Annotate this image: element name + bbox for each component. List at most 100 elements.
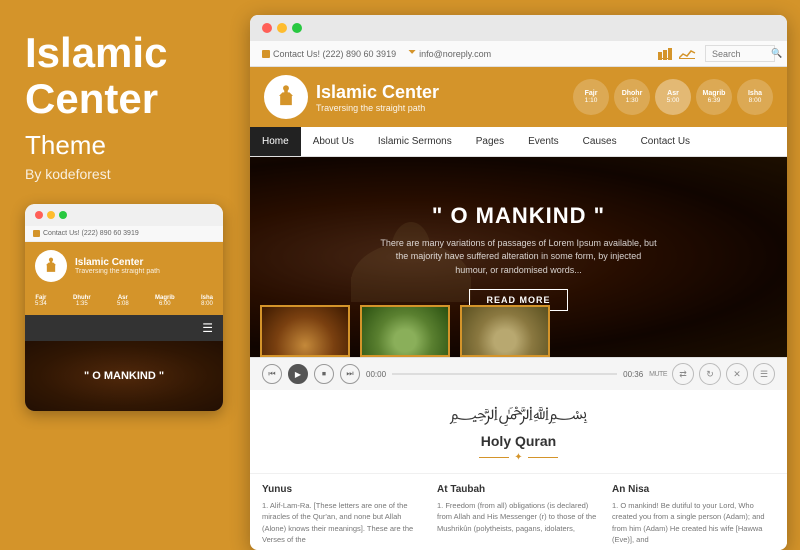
mobile-logo <box>35 250 67 282</box>
hero-thumb-3[interactable] <box>460 305 550 357</box>
quran-title: Holy Quran <box>260 433 777 449</box>
mobile-contact-bar: Contact Us! (222) 890 60 3919 <box>25 226 223 242</box>
mosque-icon <box>272 83 300 111</box>
player-mute-label[interactable]: MUTE <box>649 371 667 378</box>
player-shuffle-button[interactable]: ⇄ <box>672 363 694 385</box>
search-input[interactable] <box>712 49 767 59</box>
quran-line-right <box>528 457 558 458</box>
browser-chrome <box>250 15 787 41</box>
mobile-site-title: Islamic Center <box>75 257 160 268</box>
browser-window: Contact Us! (222) 890 60 3919 info@norep… <box>250 15 787 550</box>
prayer-times: Fajr 1:10 Dhohr 1:30 Asr 5:00 Magrib 6:3… <box>573 79 773 115</box>
browser-minimize-dot[interactable] <box>277 23 287 33</box>
prayer-isha: Isha 8:00 <box>737 79 773 115</box>
browser-close-dot[interactable] <box>262 23 272 33</box>
mobile-top-bar <box>25 204 223 226</box>
col-title-nisa: An Nisa <box>612 484 775 495</box>
player-next-button[interactable]: ⏭ <box>340 364 360 384</box>
site-logo-area: Islamic Center Traversing the straight p… <box>264 75 439 119</box>
mobile-dot-red <box>35 211 43 219</box>
player-menu-button[interactable]: ☰ <box>753 363 775 385</box>
hero-description: There are many variations of passages of… <box>379 237 659 278</box>
utility-left: Contact Us! (222) 890 60 3919 info@norep… <box>262 49 491 59</box>
quran-section: ﷽ Holy Quran ✦ <box>250 390 787 474</box>
content-columns: Yunus 1. Alif-Lam-Ra. [These letters are… <box>250 474 787 550</box>
mobile-prayer-row: Fajr 5:34 Dhuhr 1:35 Asr 5:08 Magrib 6:0… <box>25 290 223 315</box>
player-time-end: 00:36 <box>623 370 643 379</box>
player-repeat-button[interactable]: ↻ <box>699 363 721 385</box>
quran-arabic-text: ﷽ <box>260 400 777 431</box>
site-title: Islamic Center <box>316 82 439 103</box>
nav-contact[interactable]: Contact Us <box>629 127 702 156</box>
search-box[interactable]: 🔍 <box>705 45 775 62</box>
prayer-magrib: Magrib 6:39 <box>696 79 732 115</box>
mobile-prayer-dhuhr: Dhuhr 1:35 <box>73 295 91 307</box>
nav-about[interactable]: About Us <box>301 127 366 156</box>
mobile-prayer-magrib: Magrib 6:00 <box>155 295 175 307</box>
content-col-yunus: Yunus 1. Alif-Lam-Ra. [These letters are… <box>262 484 425 545</box>
mobile-dot-green <box>59 211 67 219</box>
site-logo <box>264 75 308 119</box>
left-title: IslamicCenter <box>25 30 223 122</box>
mobile-menu-bar: ☰ <box>25 315 223 341</box>
prayer-asr: Asr 5:00 <box>655 79 691 115</box>
mobile-prayer-isha: Isha 8:00 <box>201 295 213 307</box>
player-time-start: 00:00 <box>366 370 386 379</box>
player-prev-button[interactable]: ⏮ <box>262 364 282 384</box>
player-controls-right: MUTE ⇄ ↻ ✕ ☰ <box>649 363 775 385</box>
mobile-prayer-asr: Asr 5:08 <box>117 295 129 307</box>
hero-quote: " O MANKIND " <box>432 203 605 229</box>
search-icon[interactable]: 🔍 <box>771 48 782 59</box>
prayer-dhohr: Dhohr 1:30 <box>614 79 650 115</box>
mobile-prayer-fajr: Fajr 5:34 <box>35 295 47 307</box>
hero-thumbnails <box>250 297 787 357</box>
utility-email: info@noreply.com <box>408 49 491 59</box>
mobile-hero-quote: " O MANKIND " <box>84 370 164 382</box>
utility-bar: Contact Us! (222) 890 60 3919 info@norep… <box>250 41 787 67</box>
mobile-header: Islamic Center Traversing the straight p… <box>25 242 223 290</box>
mobile-hero: " O MANKIND " <box>25 341 223 411</box>
player-stop-button[interactable]: ⏹ <box>314 364 334 384</box>
player-progress-bar[interactable] <box>392 373 617 375</box>
utility-contact: Contact Us! (222) 890 60 3919 <box>262 49 396 59</box>
hero-thumb-2[interactable] <box>360 305 450 357</box>
left-panel: IslamicCenter Theme By kodeforest Contac… <box>0 0 248 550</box>
prayer-fajr: Fajr 1:10 <box>573 79 609 115</box>
col-text-yunus: 1. Alif-Lam-Ra. [These letters are one o… <box>262 500 425 545</box>
nav-sermons[interactable]: Islamic Sermons <box>366 127 464 156</box>
mobile-mosque-icon <box>41 256 61 276</box>
mobile-hamburger-icon[interactable]: ☰ <box>202 321 213 335</box>
hero-section: " O MANKIND " There are many variations … <box>250 157 787 357</box>
bar-chart-icon <box>658 48 676 60</box>
nav-pages[interactable]: Pages <box>464 127 516 156</box>
mobile-contact-icon <box>33 230 40 237</box>
site-header: Islamic Center Traversing the straight p… <box>250 67 787 127</box>
col-text-taubah: 1. Freedom (from all) obligations (is de… <box>437 500 600 534</box>
nav-home[interactable]: Home <box>250 127 301 156</box>
quran-star-icon: ✦ <box>514 452 522 463</box>
site-nav: Home About Us Islamic Sermons Pages Even… <box>250 127 787 157</box>
browser-maximize-dot[interactable] <box>292 23 302 33</box>
site-tagline: Traversing the straight path <box>316 103 439 113</box>
quran-line-left <box>479 457 509 458</box>
mobile-contact-text: Contact Us! (222) 890 60 3919 <box>43 230 139 237</box>
content-col-taubah: At Taubah 1. Freedom (from all) obligati… <box>437 484 600 545</box>
hero-thumb-1[interactable] <box>260 305 350 357</box>
nav-causes[interactable]: Causes <box>571 127 629 156</box>
mobile-site-tagline: Traversing the straight path <box>75 268 160 275</box>
col-text-nisa: 1. O mankind! Be dutiful to your Lord, W… <box>612 500 775 545</box>
nav-events[interactable]: Events <box>516 127 571 156</box>
mobile-preview: Contact Us! (222) 890 60 3919 Islamic Ce… <box>25 204 223 411</box>
mobile-header-text: Islamic Center Traversing the straight p… <box>75 257 160 275</box>
audio-player: ⏮ ▶ ⏹ ⏭ 00:00 00:36 MUTE ⇄ ↻ ✕ ☰ <box>250 357 787 390</box>
player-close-button[interactable]: ✕ <box>726 363 748 385</box>
utility-email-text: info@noreply.com <box>419 49 491 59</box>
col-title-taubah: At Taubah <box>437 484 600 495</box>
utility-contact-text: Contact Us! (222) 890 60 3919 <box>273 49 396 59</box>
player-play-button[interactable]: ▶ <box>288 364 308 384</box>
chart-icons <box>658 48 697 60</box>
line-chart-icon <box>679 48 697 60</box>
mobile-dot-yellow <box>47 211 55 219</box>
email-icon <box>408 50 416 58</box>
phone-icon <box>262 50 270 58</box>
